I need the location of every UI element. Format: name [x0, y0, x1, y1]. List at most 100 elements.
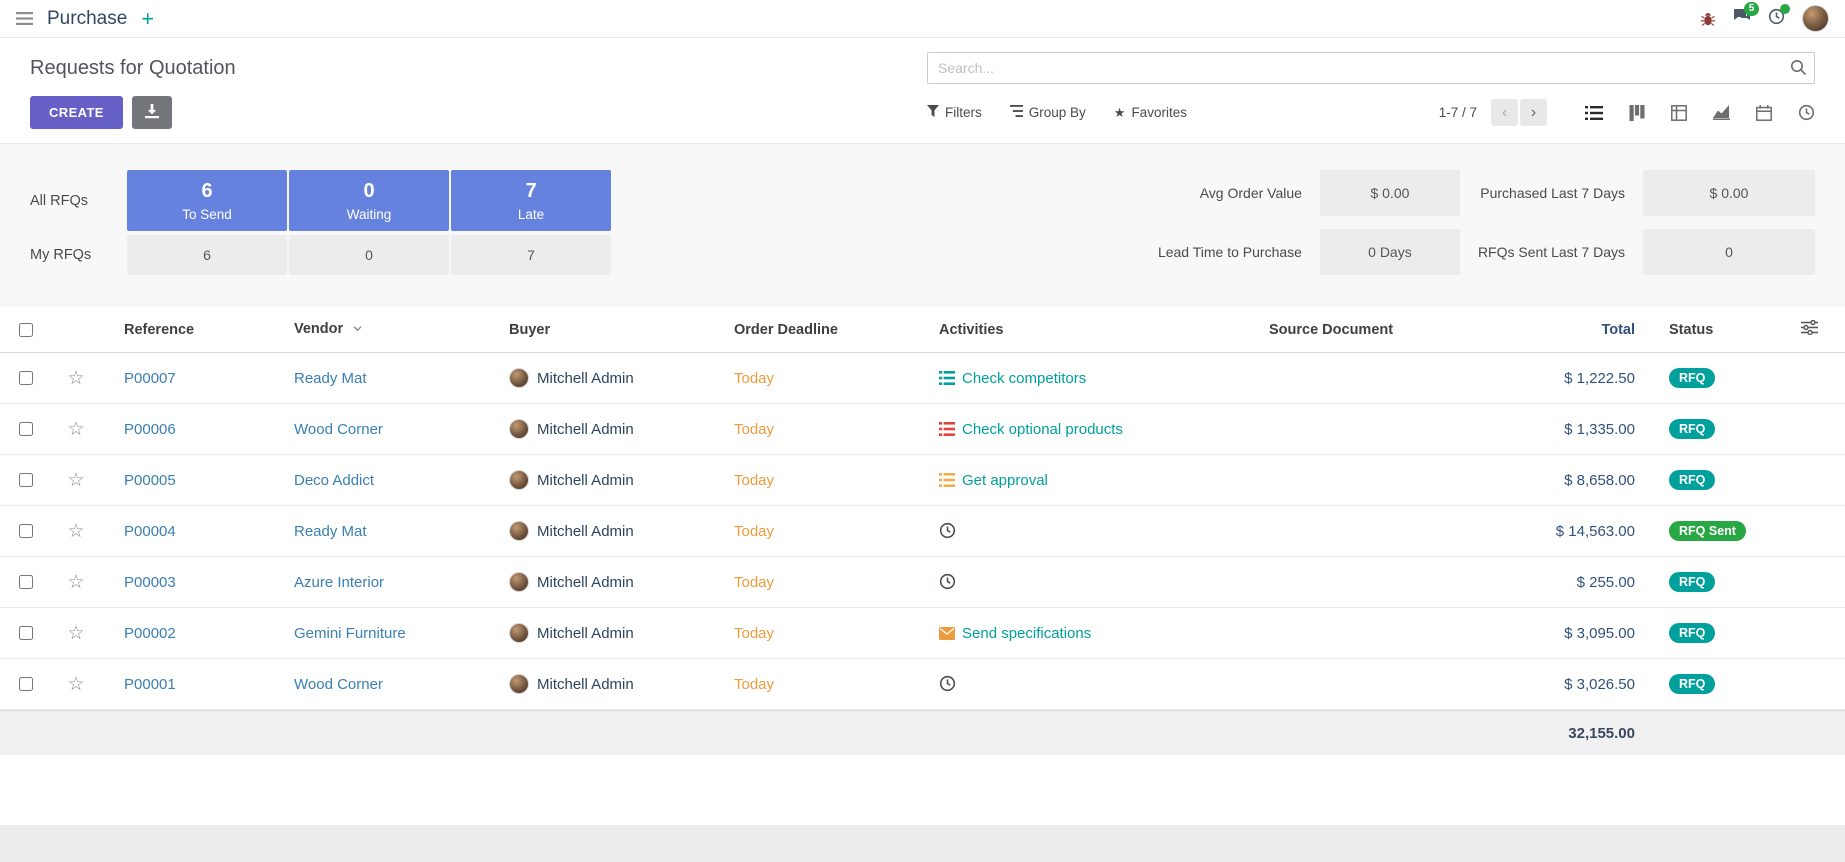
kpi-late[interactable]: 7 Late	[451, 170, 611, 231]
header-buyer[interactable]: Buyer	[485, 322, 710, 338]
list-view-icon[interactable]	[1585, 105, 1603, 121]
header-vendor[interactable]: Vendor	[270, 321, 485, 338]
search-icon[interactable]	[1790, 59, 1807, 81]
clock-icon[interactable]	[939, 522, 956, 539]
row-checkbox[interactable]	[19, 524, 33, 538]
calendar-view-icon[interactable]	[1756, 105, 1772, 121]
clock-icon[interactable]	[939, 573, 956, 590]
table-row[interactable]: ☆ P00005 Deco Addict Mitchell Admin Toda…	[0, 455, 1845, 506]
row-checkbox[interactable]	[19, 575, 33, 589]
favorite-star-icon[interactable]: ☆	[67, 368, 84, 389]
kpi-waiting[interactable]: 0 Waiting	[289, 170, 449, 231]
favorite-star-icon[interactable]: ☆	[67, 419, 84, 440]
pager-previous-button[interactable]: ‹	[1491, 99, 1518, 126]
vendor-link[interactable]: Wood Corner	[294, 421, 383, 438]
buyer-name[interactable]: Mitchell Admin	[537, 523, 634, 540]
vendor-link[interactable]: Wood Corner	[294, 676, 383, 693]
my-waiting[interactable]: 0	[289, 235, 449, 275]
row-checkbox[interactable]	[19, 677, 33, 691]
vendor-link[interactable]: Ready Mat	[294, 370, 367, 387]
search-input[interactable]	[927, 52, 1815, 84]
favorite-star-icon[interactable]: ☆	[67, 470, 84, 491]
row-checkbox[interactable]	[19, 473, 33, 487]
reference-link[interactable]: P00002	[124, 625, 176, 642]
activities-icon[interactable]	[1768, 8, 1785, 30]
favorite-star-icon[interactable]: ☆	[67, 623, 84, 644]
favorite-star-icon[interactable]: ☆	[67, 521, 84, 542]
favorite-star-icon[interactable]: ☆	[67, 674, 84, 695]
buyer-name[interactable]: Mitchell Admin	[537, 676, 634, 693]
optional-columns-icon[interactable]	[1801, 320, 1818, 335]
kpi-waiting-count: 0	[363, 180, 374, 203]
table-row[interactable]: ☆ P00004 Ready Mat Mitchell Admin Today …	[0, 506, 1845, 557]
my-to-send[interactable]: 6	[127, 235, 287, 275]
row-checkbox[interactable]	[19, 371, 33, 385]
row-checkbox[interactable]	[19, 626, 33, 640]
pager-next-button[interactable]: ›	[1520, 99, 1547, 126]
create-button[interactable]: CREATE	[30, 96, 123, 129]
user-avatar[interactable]	[1802, 5, 1829, 32]
reference-link[interactable]: P00006	[124, 421, 176, 438]
search-bar	[927, 52, 1815, 84]
pivot-view-icon[interactable]	[1671, 105, 1687, 121]
envelope-icon[interactable]	[939, 627, 955, 640]
buyer-name[interactable]: Mitchell Admin	[537, 472, 634, 489]
clock-icon[interactable]	[939, 675, 956, 692]
favorites-button[interactable]: ★ Favorites	[1114, 105, 1187, 121]
page-title: Requests for Quotation	[30, 57, 236, 80]
reference-link[interactable]: P00003	[124, 574, 176, 591]
reference-link[interactable]: P00005	[124, 472, 176, 489]
messages-icon[interactable]: 5	[1733, 8, 1751, 29]
order-deadline: Today	[734, 523, 774, 540]
status-badge: RFQ	[1669, 419, 1715, 439]
plus-icon[interactable]: +	[141, 8, 154, 30]
table-row[interactable]: ☆ P00001 Wood Corner Mitchell Admin Toda…	[0, 659, 1845, 710]
reference-link[interactable]: P00004	[124, 523, 176, 540]
activity-label[interactable]: Send specifications	[962, 625, 1091, 642]
activity-label[interactable]: Check competitors	[962, 370, 1086, 387]
group-by-button[interactable]: Group By	[1010, 105, 1086, 120]
select-all-checkbox[interactable]	[19, 323, 33, 337]
table-row[interactable]: ☆ P00003 Azure Interior Mitchell Admin T…	[0, 557, 1845, 608]
kanban-view-icon[interactable]	[1629, 105, 1645, 121]
table-row[interactable]: ☆ P00007 Ready Mat Mitchell Admin Today …	[0, 353, 1845, 404]
header-order-deadline[interactable]: Order Deadline	[710, 322, 915, 338]
favorite-star-icon[interactable]: ☆	[67, 572, 84, 593]
table-row[interactable]: ☆ P00002 Gemini Furniture Mitchell Admin…	[0, 608, 1845, 659]
header-status[interactable]: Status	[1645, 322, 1773, 338]
buyer-name[interactable]: Mitchell Admin	[537, 370, 634, 387]
filters-button[interactable]: Filters	[927, 105, 982, 120]
list-icon[interactable]	[939, 422, 955, 436]
row-checkbox[interactable]	[19, 422, 33, 436]
table-row[interactable]: ☆ P00006 Wood Corner Mitchell Admin Toda…	[0, 404, 1845, 455]
table-footer: 32,155.00	[0, 710, 1845, 755]
my-late[interactable]: 7	[451, 235, 611, 275]
kpi-to-send[interactable]: 6 To Send	[127, 170, 287, 231]
list-icon[interactable]	[939, 473, 955, 487]
vendor-link[interactable]: Azure Interior	[294, 574, 384, 591]
vendor-link[interactable]: Deco Addict	[294, 472, 374, 489]
apps-menu-icon[interactable]	[16, 12, 33, 25]
activity-view-icon[interactable]	[1798, 104, 1815, 121]
header-activities[interactable]: Activities	[915, 322, 1245, 338]
export-button[interactable]	[132, 96, 172, 129]
header-total[interactable]: Total	[1495, 322, 1645, 338]
filter-funnel-icon	[927, 105, 939, 120]
reference-link[interactable]: P00007	[124, 370, 176, 387]
graph-view-icon[interactable]	[1713, 105, 1730, 120]
buyer-name[interactable]: Mitchell Admin	[537, 421, 634, 438]
buyer-name[interactable]: Mitchell Admin	[537, 625, 634, 642]
activity-label[interactable]: Get approval	[962, 472, 1048, 489]
buyer-avatar	[509, 623, 529, 643]
activity-label[interactable]: Check optional products	[962, 421, 1123, 438]
app-name[interactable]: Purchase	[47, 8, 127, 30]
buyer-name[interactable]: Mitchell Admin	[537, 574, 634, 591]
vendor-link[interactable]: Gemini Furniture	[294, 625, 406, 642]
vendor-link[interactable]: Ready Mat	[294, 523, 367, 540]
bug-icon[interactable]	[1700, 11, 1716, 27]
row-total: $ 1,222.50	[1495, 370, 1645, 387]
header-source-document[interactable]: Source Document	[1245, 322, 1495, 338]
reference-link[interactable]: P00001	[124, 676, 176, 693]
header-reference[interactable]: Reference	[100, 322, 270, 338]
list-icon[interactable]	[939, 371, 955, 385]
